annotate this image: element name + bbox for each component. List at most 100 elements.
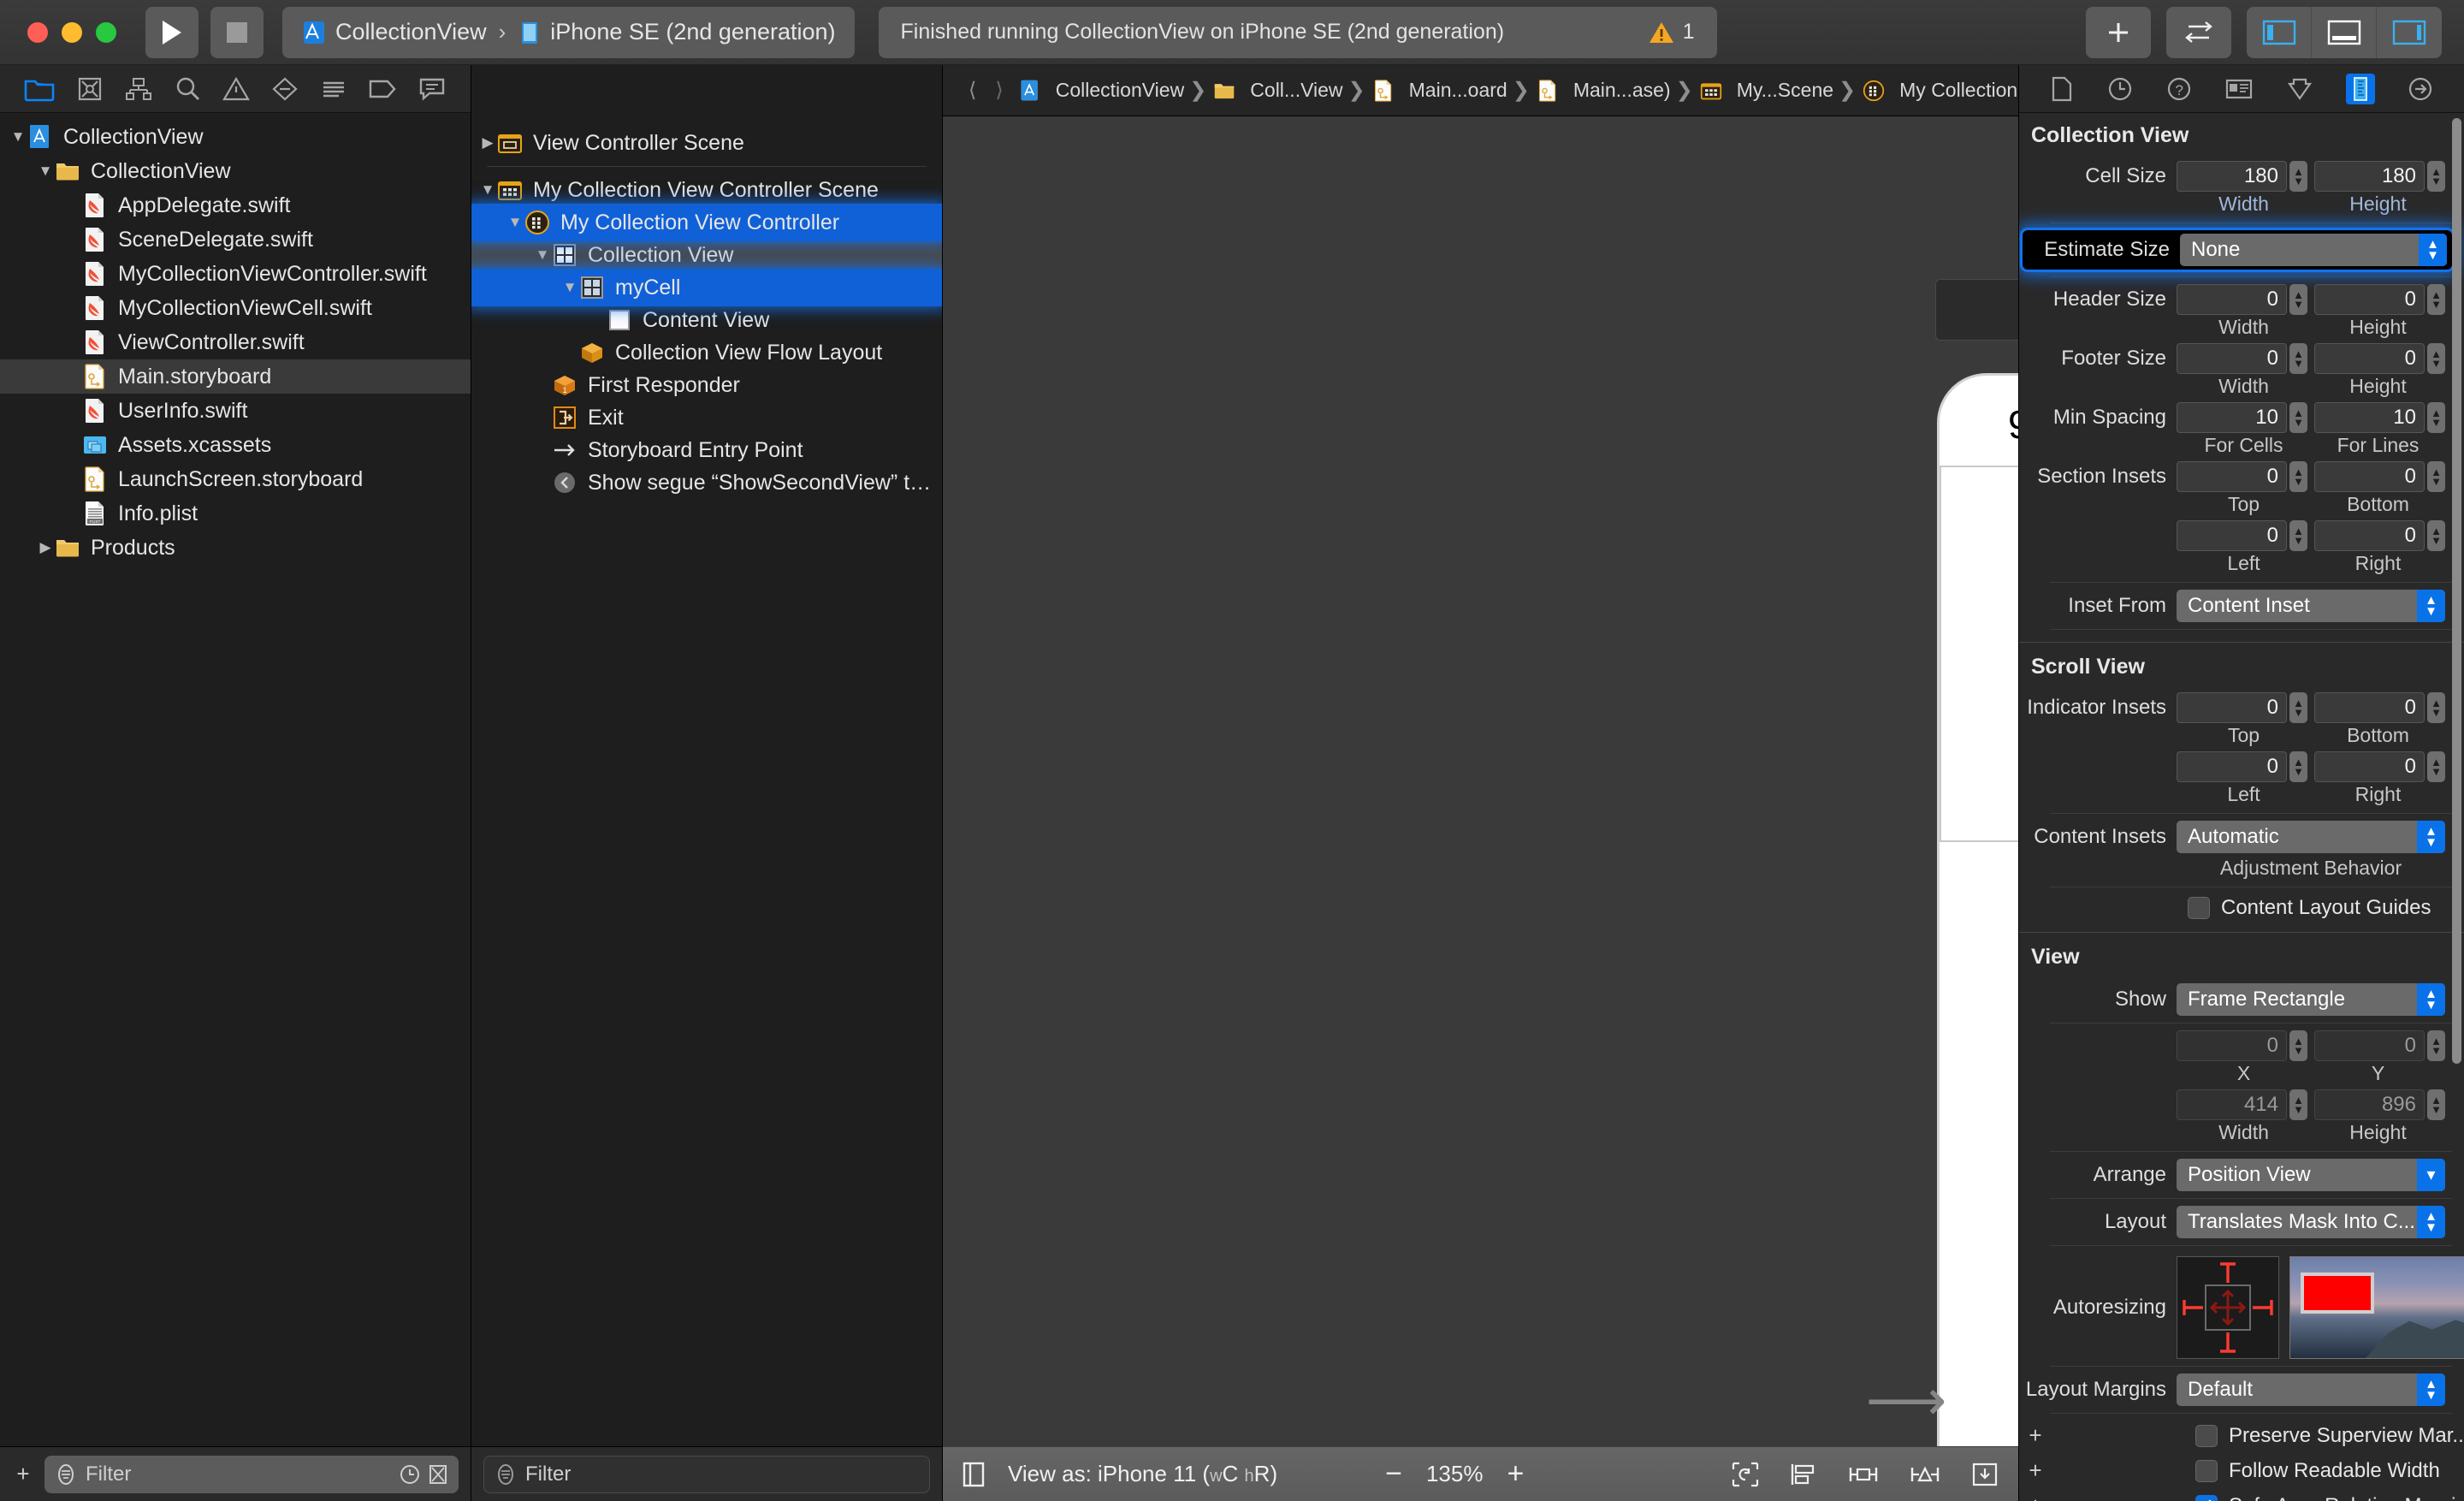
- numeric-field[interactable]: 0: [2314, 692, 2425, 723]
- identity-inspector-icon[interactable]: [2224, 76, 2254, 102]
- toggle-outline-button[interactable]: [962, 1460, 986, 1489]
- storyboard-canvas[interactable]: 1 9:41 ⟶: [943, 116, 2018, 1446]
- navigator-item-appdelegate-swift[interactable]: AppDelegate.swift: [0, 188, 471, 222]
- close-window-button[interactable]: [27, 21, 48, 43]
- breadcrumb-item-coll-view[interactable]: Coll...View: [1211, 79, 1343, 102]
- navigator-item-main-storyboard[interactable]: Main.storyboard: [0, 359, 471, 394]
- source-control-icon[interactable]: [76, 75, 104, 103]
- breadcrumb[interactable]: CollectionView ❯ Coll...View ❯ Main...oard ❯ M…: [1017, 78, 2018, 103]
- disclosure-triangle[interactable]: ▼: [533, 246, 552, 264]
- navigator-item-assets-xcassets[interactable]: Assets.xcassets: [0, 428, 471, 462]
- popup-button[interactable]: None ▲ ▼: [2180, 234, 2447, 266]
- collection-view-cell-prototype[interactable]: [1940, 466, 2018, 842]
- navigator-item-scenedelegate-swift[interactable]: SceneDelegate.swift: [0, 222, 471, 257]
- toggle-navigator-button[interactable]: [2247, 6, 2312, 58]
- source-control-filter-icon[interactable]: [428, 1463, 448, 1486]
- numeric-field[interactable]: 0: [2177, 520, 2287, 551]
- numeric-field[interactable]: 414: [2177, 1089, 2287, 1120]
- outline-item-collection-view-flow-layout[interactable]: Collection View Flow Layout: [471, 336, 942, 369]
- outline-item-content-view[interactable]: Content View: [471, 304, 942, 336]
- size-inspector-tab[interactable]: [2346, 73, 2376, 104]
- add-constraints-icon[interactable]: [1909, 1461, 1941, 1488]
- document-outline-tree[interactable]: ▶ View Controller Scene ▼ My Collection Vie…: [471, 116, 942, 1446]
- add-file-button[interactable]: +: [12, 1461, 34, 1487]
- jump-forward-button[interactable]: ⟩: [995, 78, 1003, 103]
- attributes-inspector-icon[interactable]: [2285, 75, 2314, 103]
- report-icon[interactable]: [418, 76, 446, 102]
- stepper-control[interactable]: ▲ ▼: [2289, 284, 2307, 315]
- numeric-field[interactable]: 10: [2177, 402, 2287, 433]
- outline-filter-input[interactable]: Filter: [483, 1455, 930, 1493]
- file-inspector-icon[interactable]: [2049, 75, 2075, 103]
- update-frames-icon[interactable]: [1731, 1461, 1760, 1488]
- folder-icon[interactable]: [24, 76, 55, 102]
- navigator-item-viewcontroller-swift[interactable]: ViewController.swift: [0, 325, 471, 359]
- jump-back-button[interactable]: ⟨: [968, 78, 976, 103]
- add-variation-button[interactable]: +: [2024, 1457, 2046, 1484]
- navigator-item-collectionview[interactable]: ▼ CollectionView: [0, 120, 471, 154]
- stepper-control[interactable]: ▲ ▼: [2289, 461, 2307, 492]
- navigator-item-userinfo-swift[interactable]: UserInfo.swift: [0, 394, 471, 428]
- outline-item-my-collection-view-controller[interactable]: ▼ My Collection View Controller: [471, 206, 942, 239]
- jump-bar[interactable]: ⟨ ⟩ CollectionView ❯ Coll...View ❯ Main...oa…: [943, 65, 2018, 116]
- breadcrumb-item-collectionview[interactable]: CollectionView: [1017, 79, 1184, 102]
- symbol-icon[interactable]: [125, 76, 152, 102]
- stop-button[interactable]: [210, 6, 264, 58]
- numeric-field[interactable]: 180: [2314, 161, 2425, 192]
- numeric-field[interactable]: 0: [2314, 751, 2425, 782]
- stepper-control[interactable]: ▲ ▼: [2427, 1089, 2445, 1120]
- checkbox[interactable]: [2188, 897, 2210, 919]
- maximize-window-button[interactable]: [96, 21, 116, 43]
- debug-icon[interactable]: [320, 76, 347, 102]
- numeric-field[interactable]: 896: [2314, 1089, 2425, 1120]
- stepper-control[interactable]: ▲ ▼: [2289, 1089, 2307, 1120]
- stepper-control[interactable]: ▲ ▼: [2427, 1030, 2445, 1061]
- disclosure-triangle[interactable]: ▼: [36, 163, 55, 180]
- chevron-updown-icon[interactable]: ▲ ▼: [2417, 1206, 2445, 1238]
- zoom-in-button[interactable]: +: [1507, 1457, 1524, 1491]
- stepper-control[interactable]: ▲ ▼: [2427, 402, 2445, 433]
- pin-icon[interactable]: [1847, 1461, 1880, 1488]
- autoresizing-mask-editor[interactable]: [2177, 1256, 2279, 1359]
- inspector-scrollbar[interactable]: [2452, 118, 2461, 1064]
- project-navigator-tree[interactable]: ▼ CollectionView ▼ CollectionView AppDelegat…: [0, 113, 471, 1446]
- popup-button[interactable]: Content Inset ▲ ▼: [2177, 590, 2445, 622]
- navigator-item-mycollectionviewcell-swift[interactable]: MyCollectionViewCell.swift: [0, 291, 471, 325]
- navigator-item-launchscreen-storyboard[interactable]: LaunchScreen.storyboard: [0, 462, 471, 496]
- stepper-control[interactable]: ▲ ▼: [2289, 343, 2307, 374]
- iphone-device-preview[interactable]: 9:41: [1937, 373, 2018, 1446]
- align-icon[interactable]: [1789, 1461, 1818, 1488]
- toggle-debug-area-button[interactable]: [2312, 6, 2377, 58]
- zoom-out-button[interactable]: −: [1385, 1457, 1402, 1491]
- outline-item-storyboard-entry-point[interactable]: Storyboard Entry Point: [471, 434, 942, 466]
- stepper-control[interactable]: ▲ ▼: [2427, 161, 2445, 192]
- breadcrumb-item-my-collection-view-controller[interactable]: My Collection View Controller: [1861, 79, 2018, 102]
- inspector-content[interactable]: Collection View Cell Size 180 ▲ ▼ 180 ▲ ▼ Wid…: [2019, 113, 2464, 1501]
- chevron-updown-icon[interactable]: ▲ ▼: [2417, 983, 2445, 1016]
- scene-dock[interactable]: 1: [1935, 279, 2018, 341]
- numeric-field[interactable]: 180: [2177, 161, 2287, 192]
- stepper-control[interactable]: ▲ ▼: [2289, 161, 2307, 192]
- add-editor-button[interactable]: [2086, 6, 2151, 58]
- disclosure-triangle[interactable]: ▶: [478, 134, 497, 151]
- navigator-filter-input[interactable]: Filter: [44, 1455, 459, 1493]
- popup-button[interactable]: Automatic ▲ ▼: [2177, 821, 2445, 853]
- stepper-control[interactable]: ▲ ▼: [2427, 284, 2445, 315]
- numeric-field[interactable]: 0: [2314, 1030, 2425, 1061]
- checkbox[interactable]: [2195, 1424, 2218, 1447]
- numeric-field[interactable]: 0: [2314, 284, 2425, 315]
- traffic-lights[interactable]: [27, 21, 116, 43]
- run-button[interactable]: [145, 6, 198, 58]
- outline-item-collection-view[interactable]: ▼ Collection View: [471, 239, 942, 271]
- navigator-item-mycollectionviewcontroller-swift[interactable]: MyCollectionViewController.swift: [0, 257, 471, 291]
- disclosure-triangle[interactable]: ▶: [36, 539, 55, 556]
- add-variation-button[interactable]: +: [2024, 1422, 2046, 1449]
- checkbox[interactable]: [2195, 1459, 2218, 1482]
- numeric-field[interactable]: 0: [2177, 343, 2287, 374]
- view-as-label[interactable]: View as: iPhone 11 (wC hR): [1008, 1461, 1277, 1487]
- stepper-control[interactable]: ▲ ▼: [2427, 343, 2445, 374]
- stepper-control[interactable]: ▲ ▼: [2289, 520, 2307, 551]
- stepper-control[interactable]: ▲ ▼: [2427, 461, 2445, 492]
- stepper-control[interactable]: ▲ ▼: [2289, 1030, 2307, 1061]
- outline-item-my-collection-view-controller-scene[interactable]: ▼ My Collection View Controller Scene: [471, 174, 942, 206]
